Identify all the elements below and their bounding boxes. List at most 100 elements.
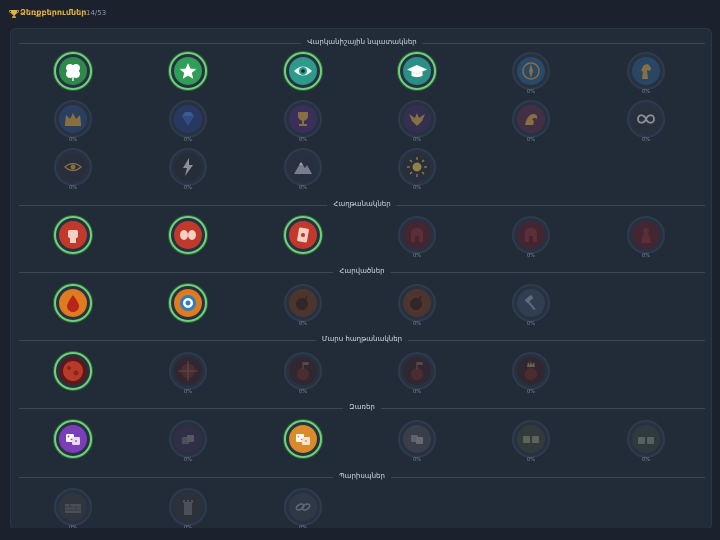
achievement-badge[interactable] [283,215,323,265]
badge-ring [54,352,92,390]
achievement-badge[interactable]: 0% [511,351,551,401]
badge-ring [54,148,92,186]
trophy-icon [289,105,317,133]
badge-ring [512,420,550,458]
badge-ring [284,420,322,458]
target-icon [174,289,202,317]
dice-gray-icon [403,425,431,453]
blood-drop-icon [59,289,87,317]
achievement-badge[interactable]: 0% [283,283,323,333]
badge-ring [627,216,665,254]
section-title: Հարվածներ [333,267,391,275]
star-icon [174,57,202,85]
achievement-count: 14/53 [86,9,107,17]
section-header: Վարկանիշային նպատակներ [19,38,705,50]
graduation-cap-icon [403,57,431,85]
dice-stack-icon [174,425,202,453]
achievement-badge[interactable] [283,51,323,101]
achievement-badge[interactable]: 0% [511,99,551,149]
achievement-badge[interactable] [53,283,93,333]
achievement-badge[interactable]: 0% [168,99,208,149]
badge-progress: 0% [527,457,535,463]
badge-ring [398,284,436,322]
achievement-badge[interactable] [168,283,208,333]
achievement-badge[interactable]: 0% [397,147,437,197]
badge-ring [398,216,436,254]
achievement-badge[interactable] [53,215,93,265]
tower-icon [174,493,202,521]
section-header: Մարս հաղթանակներ [19,335,705,347]
mars-flag-icon [289,357,317,385]
achievement-badge[interactable] [168,51,208,101]
badge-ring [54,216,92,254]
dice-orange-icon [289,425,317,453]
badge-progress: 0% [184,389,192,395]
achievement-badge[interactable]: 0% [283,351,323,401]
badge-ring [169,216,207,254]
achievement-badge[interactable]: 0% [53,147,93,197]
achievement-badge[interactable]: 0% [511,419,551,469]
phoenix-icon [403,105,431,133]
all-seeing-eye-icon [59,153,87,181]
badge-ring [284,488,322,526]
crosshair-planet-icon [174,357,202,385]
badge-progress: 0% [413,137,421,143]
badge-progress: 0% [642,137,650,143]
bomb-icon [289,289,317,317]
achievement-badge[interactable] [53,351,93,401]
achievement-badge[interactable] [53,51,93,101]
bottom-bar [0,528,720,540]
achievement-badge[interactable]: 0% [626,215,666,265]
warrior-icon [632,221,660,249]
section-header: Հաղթանակներ [19,200,705,212]
achievement-badge[interactable]: 0% [511,215,551,265]
achievement-badge[interactable]: 0% [283,147,323,197]
achievement-badge[interactable]: 0% [626,51,666,101]
dragon-icon [517,105,545,133]
badge-ring [398,52,436,90]
achievement-badge[interactable]: 0% [397,99,437,149]
achievement-badge[interactable]: 0% [511,283,551,333]
badge-ring [169,284,207,322]
badge-ring [512,216,550,254]
achievement-badge[interactable] [283,419,323,469]
achievement-badge[interactable]: 0% [397,283,437,333]
badge-progress: 0% [642,89,650,95]
achievement-badge[interactable]: 0% [511,51,551,101]
badge-progress: 0% [527,321,535,327]
badge-ring [54,488,92,526]
card-icon [289,221,317,249]
badge-ring [627,420,665,458]
achievement-badge[interactable]: 0% [283,99,323,149]
badge-progress: 0% [527,253,535,259]
badge-ring [512,100,550,138]
badge-ring [169,488,207,526]
section-header: Պարիսպներ [19,472,705,484]
achievement-badge[interactable]: 0% [397,215,437,265]
spartan-helmet-icon [517,221,545,249]
achievement-badge[interactable]: 0% [397,351,437,401]
achievement-badge[interactable] [53,419,93,469]
badge-ring [627,100,665,138]
sun-icon [403,153,431,181]
badge-progress: 0% [413,389,421,395]
achievement-badge[interactable]: 0% [168,147,208,197]
achievement-badge[interactable]: 0% [626,419,666,469]
badge-ring [284,216,322,254]
hammer-icon [517,289,545,317]
achievement-badge[interactable] [168,215,208,265]
section-title: Հաղթանակներ [327,200,397,208]
badge-ring [398,352,436,390]
diamond-icon [174,105,202,133]
achievement-badge[interactable]: 0% [53,99,93,149]
wall-icon [59,493,87,521]
badge-ring [169,352,207,390]
achievement-badge[interactable]: 0% [626,99,666,149]
achievement-badge[interactable]: 0% [168,419,208,469]
achievement-badge[interactable]: 0% [397,419,437,469]
dice-purple-icon [59,425,87,453]
achievement-badge[interactable]: 0% [168,351,208,401]
achievement-badge[interactable] [397,51,437,101]
badge-ring [169,52,207,90]
trophy-icon [9,10,19,18]
